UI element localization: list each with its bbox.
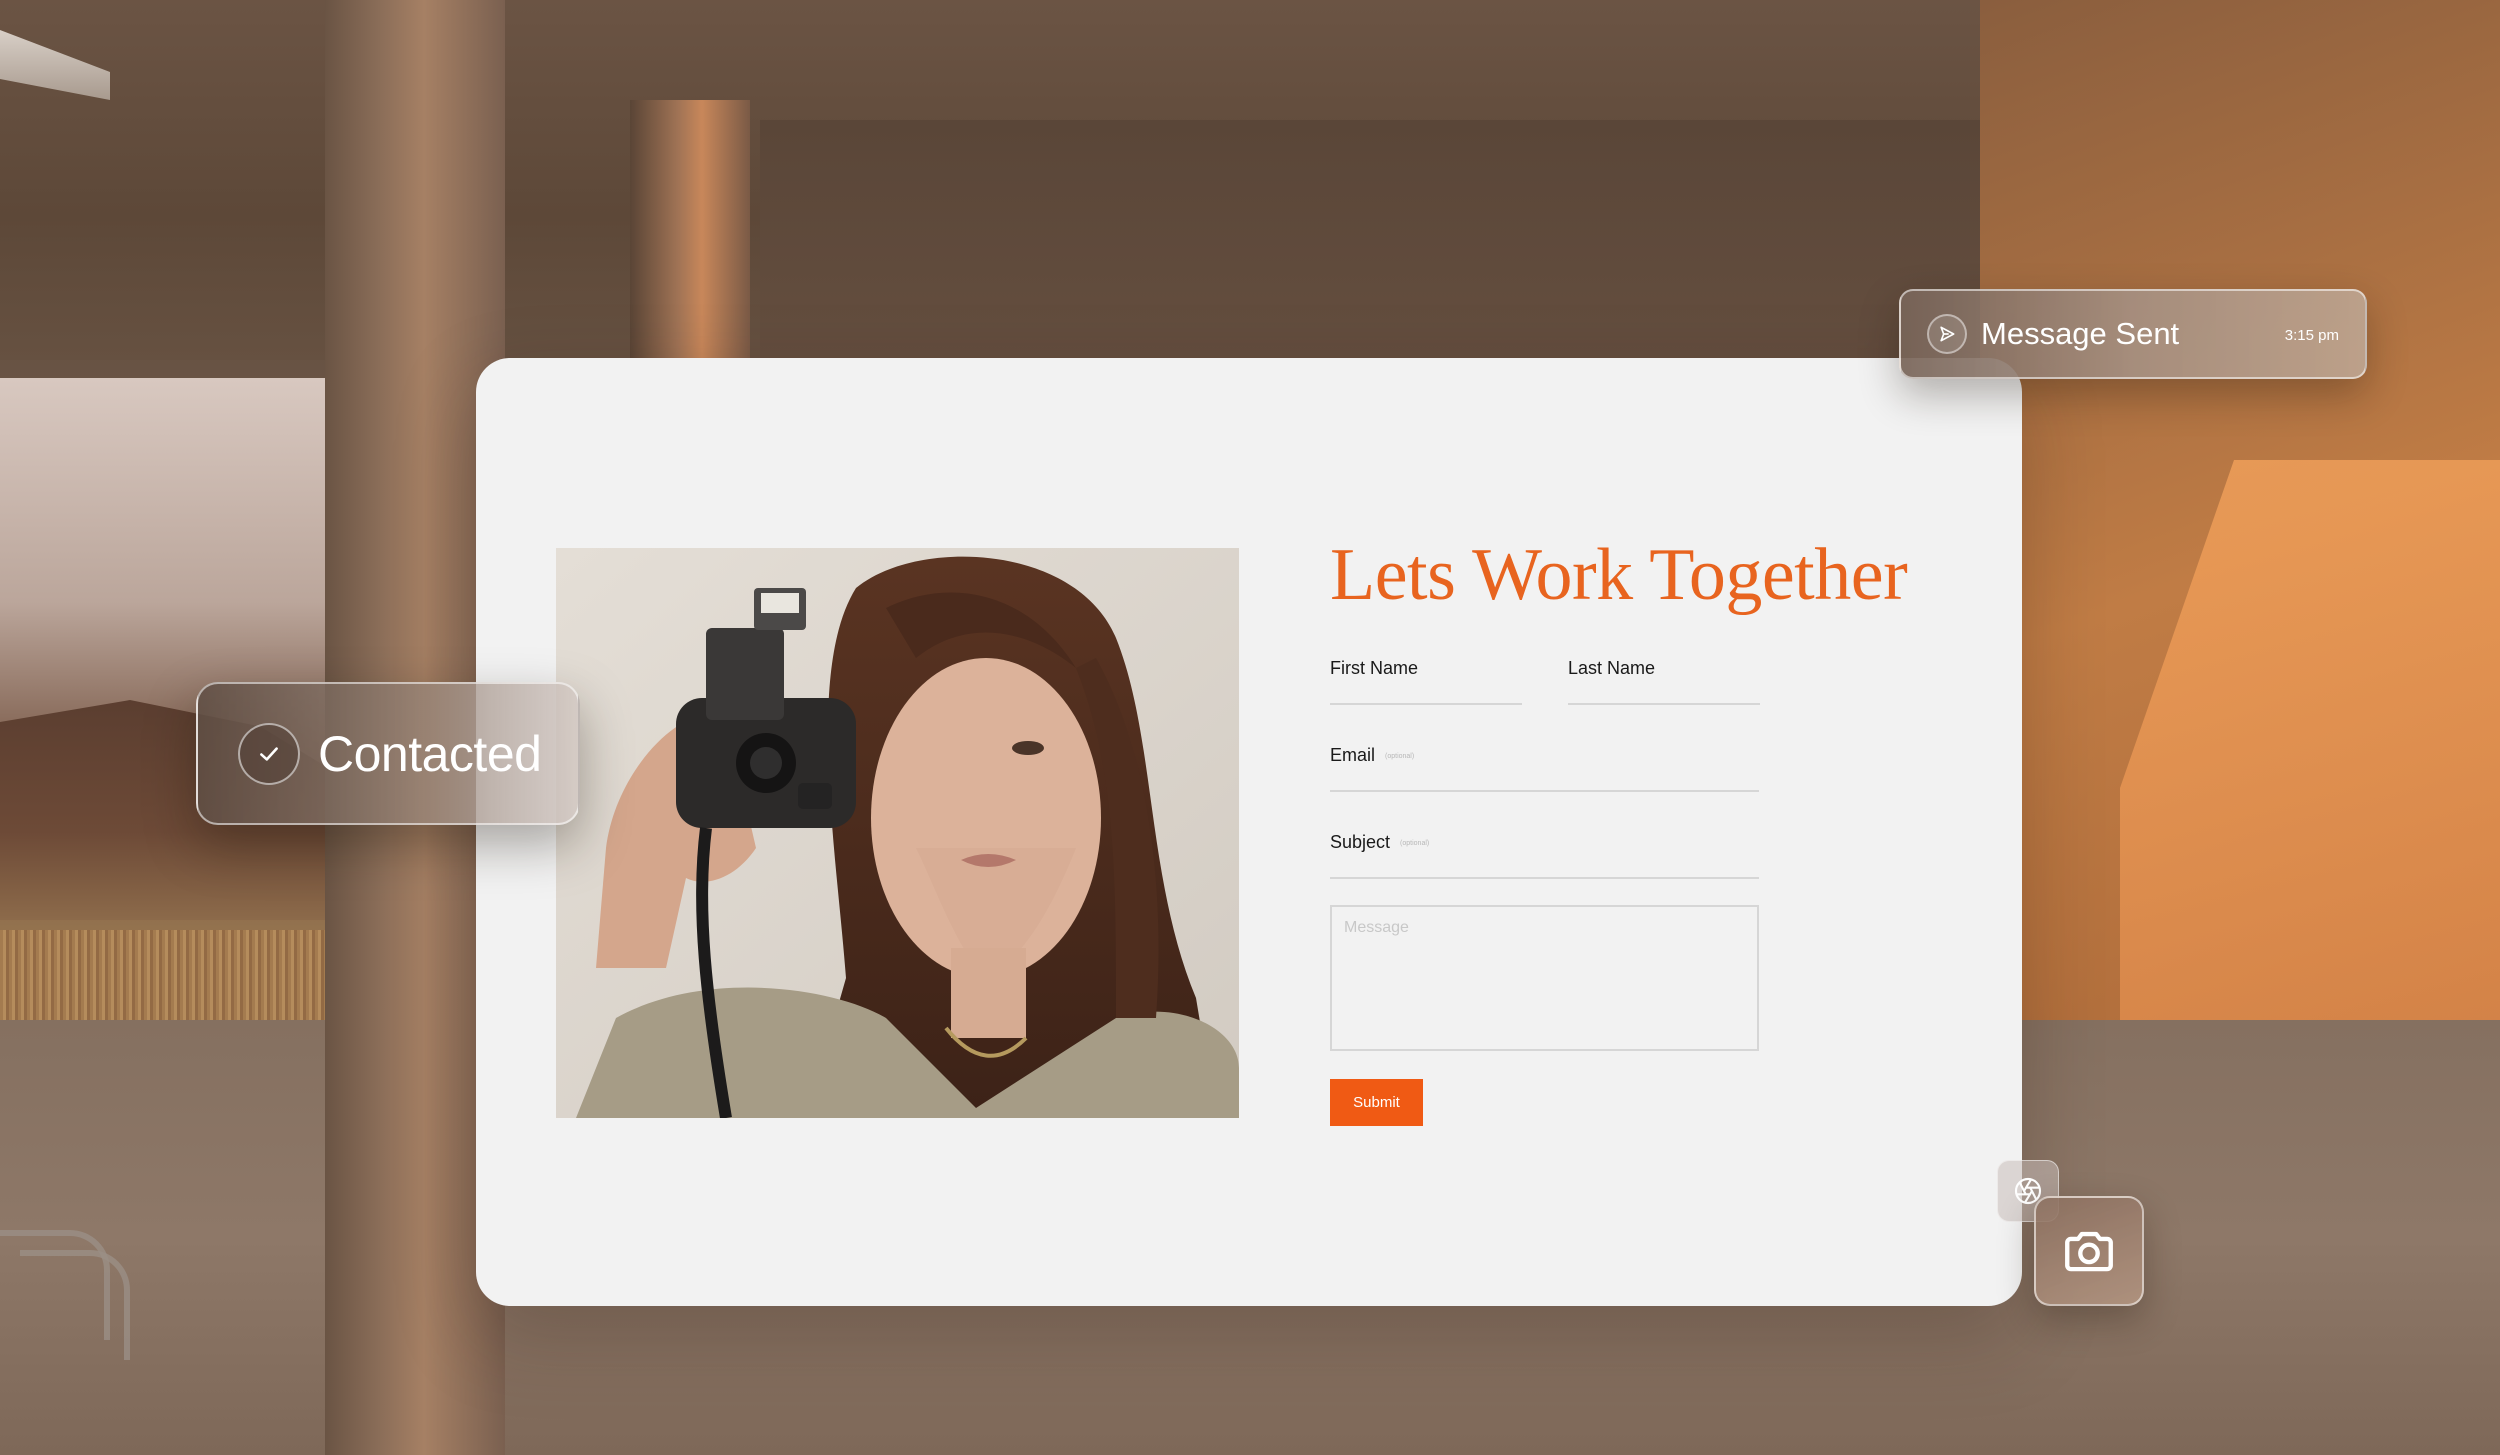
contacted-status-chip[interactable]: Contacted (196, 682, 580, 825)
portrait-illustration (556, 548, 1239, 1118)
send-icon (1927, 314, 1967, 354)
contact-card: Lets Work Together First Name Last Name … (476, 358, 2022, 1306)
email-optional-hint: (optional) (1385, 753, 1415, 761)
message-sent-notification[interactable]: Message Sent 3:15 pm (1899, 289, 2367, 379)
page-title: Lets Work Together (1330, 534, 1908, 616)
last-name-label: Last Name (1568, 658, 1656, 678)
first-name-field[interactable]: First Name (1330, 658, 1522, 706)
contacted-label: Contacted (318, 725, 542, 782)
portrait-photo (556, 548, 1239, 1118)
subject-field[interactable]: Subject (optional) (1330, 832, 1759, 880)
last-name-field[interactable]: Last Name (1568, 658, 1760, 706)
message-box[interactable] (1330, 905, 1759, 1051)
pool-rail (20, 1250, 130, 1360)
first-name-input[interactable] (1330, 682, 1522, 706)
check-icon (238, 722, 300, 785)
email-field[interactable]: Email (optional) (1330, 745, 1759, 793)
contact-form: Lets Work Together First Name Last Name … (1330, 538, 2030, 1126)
email-input[interactable] (1330, 769, 1759, 793)
email-label: Email (1330, 745, 1376, 765)
subject-optional-hint: (optional) (1400, 840, 1430, 848)
message-textarea[interactable] (1332, 907, 1757, 1049)
subject-input[interactable] (1330, 856, 1759, 880)
subject-label: Subject (1330, 832, 1391, 852)
camera-icon (2065, 1231, 2113, 1272)
grass-field (0, 930, 325, 1020)
last-name-input[interactable] (1568, 682, 1760, 706)
message-sent-time: 3:15 pm (2284, 327, 2339, 344)
submit-button[interactable]: Submit (1330, 1079, 1423, 1126)
first-name-label: First Name (1330, 658, 1419, 678)
camera-button[interactable] (2034, 1196, 2144, 1306)
message-sent-label: Message Sent (1981, 316, 2180, 351)
